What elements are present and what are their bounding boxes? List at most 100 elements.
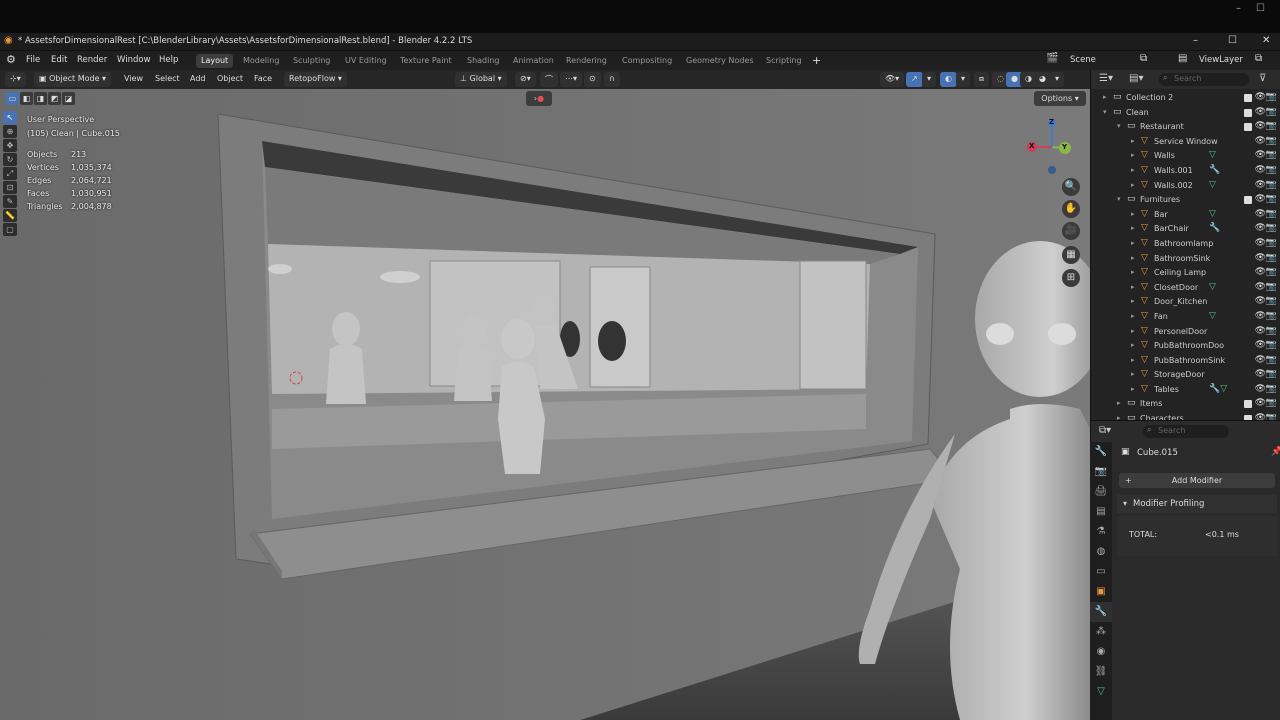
render-camera-icon[interactable]: 📷 bbox=[1266, 398, 1277, 408]
collection-tab-icon[interactable]: ▭ bbox=[1090, 562, 1112, 582]
expand-right-icon[interactable]: ▸ bbox=[1131, 181, 1135, 189]
filter-icon[interactable]: ⊽ bbox=[1259, 73, 1266, 84]
annotate-tool-icon[interactable]: ✎ bbox=[3, 195, 17, 208]
select-extend-icon[interactable]: ◧ bbox=[20, 92, 33, 105]
visibility-eye-icon[interactable]: 👁 bbox=[1255, 340, 1266, 350]
visibility-eye-icon[interactable]: 👁 bbox=[1255, 296, 1266, 306]
visibility-eye-icon[interactable]: 👁 bbox=[1255, 107, 1266, 117]
proportional-edit-icon[interactable]: ⊙ bbox=[584, 72, 601, 87]
snap-icon[interactable]: ⌒ bbox=[540, 72, 558, 87]
add-cube-tool-icon[interactable]: ▢ bbox=[3, 223, 17, 236]
move-tool-icon[interactable]: ✥ bbox=[3, 139, 17, 152]
editor-type-icon[interactable]: ⊹▾ bbox=[5, 72, 26, 87]
render-camera-icon[interactable]: 📷 bbox=[1266, 369, 1277, 379]
expand-down-icon[interactable]: ▾ bbox=[1103, 108, 1107, 116]
outliner-row[interactable]: ▾ ▭ Restaurant 👁 📷 bbox=[1091, 120, 1280, 135]
expand-right-icon[interactable]: ▸ bbox=[1131, 137, 1135, 145]
outliner-row[interactable]: ▸ ▽ Bathroomlamp 👁 📷 bbox=[1091, 237, 1280, 252]
modifier-profiling-header[interactable]: ▾ Modifier Profiling bbox=[1117, 495, 1277, 513]
properties-editor-icon[interactable]: ⧉▾ bbox=[1099, 425, 1111, 436]
gizmo-toggle-icon[interactable]: ↗ bbox=[906, 72, 923, 87]
outliner-editor-icon[interactable]: ☰▾ bbox=[1099, 73, 1113, 84]
render-camera-icon[interactable]: 📷 bbox=[1266, 355, 1277, 365]
menu-view[interactable]: View bbox=[124, 74, 143, 83]
expand-right-icon[interactable]: ▸ bbox=[1131, 239, 1135, 247]
outliner-row[interactable]: ▸ ▽ Bar ▽ 👁 📷 bbox=[1091, 208, 1280, 223]
render-camera-icon[interactable]: 📷 bbox=[1266, 384, 1277, 394]
expand-right-icon[interactable]: ▸ bbox=[1131, 312, 1135, 320]
visibility-eye-icon[interactable]: 👁 bbox=[1255, 253, 1266, 263]
outliner-row[interactable]: ▸ ▽ ClosetDoor ▽ 👁 📷 bbox=[1091, 281, 1280, 296]
visibility-eye-icon[interactable]: 👁 bbox=[1255, 267, 1266, 277]
mode-selector[interactable]: ▣ Object Mode ▾ bbox=[34, 72, 112, 87]
tab-rendering[interactable]: Rendering bbox=[561, 54, 612, 68]
outliner-row[interactable]: ▸ ▽ Fan ▽ 👁 📷 bbox=[1091, 310, 1280, 325]
outliner-row[interactable]: ▸ ▽ Walls.001 🔧 👁 📷 bbox=[1091, 164, 1280, 179]
select-subtract-icon[interactable]: ◨ bbox=[34, 92, 47, 105]
visibility-icon[interactable]: 👁▾ bbox=[880, 72, 905, 87]
visibility-eye-icon[interactable]: 👁 bbox=[1255, 311, 1266, 321]
visibility-eye-icon[interactable]: 👁 bbox=[1255, 369, 1266, 379]
add-workspace-button[interactable]: + bbox=[812, 54, 821, 67]
visibility-eye-icon[interactable]: 👁 bbox=[1255, 326, 1266, 336]
rotate-tool-icon[interactable]: ↻ bbox=[3, 153, 17, 166]
scale-tool-icon[interactable]: ⤢ bbox=[3, 167, 17, 180]
pin-icon[interactable]: 📌 bbox=[1271, 447, 1280, 457]
visibility-eye-icon[interactable]: 👁 bbox=[1255, 92, 1266, 102]
render-camera-icon[interactable]: 📷 bbox=[1266, 296, 1277, 306]
outliner-row[interactable]: ▾ ▭ Clean 👁 📷 bbox=[1091, 106, 1280, 121]
close-button[interactable]: ✕ bbox=[1262, 35, 1270, 46]
render-camera-icon[interactable]: 📷 bbox=[1266, 340, 1277, 350]
world-tab-icon[interactable]: ◍ bbox=[1090, 542, 1112, 562]
outliner-row[interactable]: ▸ ▽ Walls.002 ▽ 👁 📷 bbox=[1091, 179, 1280, 194]
pivot-icon[interactable]: ⊘▾ bbox=[515, 72, 536, 87]
overlays-toggle-icon[interactable]: ◐ bbox=[940, 72, 957, 87]
render-camera-icon[interactable]: 📷 bbox=[1266, 180, 1277, 190]
render-camera-icon[interactable]: 📷 bbox=[1266, 282, 1277, 292]
expand-right-icon[interactable]: ▸ bbox=[1131, 254, 1135, 262]
properties-search[interactable]: ⌕ Search bbox=[1143, 425, 1229, 438]
expand-right-icon[interactable]: ▸ bbox=[1131, 210, 1135, 218]
expand-right-icon[interactable]: ▸ bbox=[1131, 283, 1135, 291]
render-camera-icon[interactable]: 📷 bbox=[1266, 267, 1277, 277]
local-view-icon[interactable]: ⊞ bbox=[1062, 269, 1080, 287]
physics-tab-icon[interactable]: ◉ bbox=[1090, 642, 1112, 662]
outliner-row[interactable]: ▸ ▽ PubBathroomSink 👁 📷 bbox=[1091, 354, 1280, 369]
falloff-icon[interactable]: ∩ bbox=[604, 72, 620, 87]
data-tab-icon[interactable]: ▽ bbox=[1090, 682, 1112, 702]
expand-right-icon[interactable]: ▸ bbox=[1117, 399, 1121, 407]
maximize-button[interactable]: ☐ bbox=[1228, 35, 1237, 46]
render-camera-icon[interactable]: 📷 bbox=[1266, 238, 1277, 248]
exclude-checkbox[interactable] bbox=[1244, 196, 1252, 205]
tab-geometry-nodes[interactable]: Geometry Nodes bbox=[681, 54, 758, 68]
tab-modeling[interactable]: Modeling bbox=[238, 54, 284, 68]
outliner-row[interactable]: ▾ ▭ Furnitures 👁 📷 bbox=[1091, 193, 1280, 208]
snap-target-icon[interactable]: ⋯▾ bbox=[560, 72, 583, 87]
scene-selector[interactable]: Scene bbox=[1070, 55, 1096, 65]
expand-right-icon[interactable]: ▸ bbox=[1131, 385, 1135, 393]
expand-right-icon[interactable]: ▸ bbox=[1103, 93, 1107, 101]
expand-down-icon[interactable]: ▾ bbox=[1117, 195, 1121, 203]
expand-right-icon[interactable]: ▸ bbox=[1131, 356, 1135, 364]
add-modifier-button[interactable]: + Add Modifier bbox=[1119, 473, 1275, 488]
visibility-eye-icon[interactable]: 👁 bbox=[1255, 209, 1266, 219]
visibility-eye-icon[interactable]: 👁 bbox=[1255, 398, 1266, 408]
render-camera-icon[interactable]: 📷 bbox=[1266, 194, 1277, 204]
blender-menu-icon[interactable]: ⚙ bbox=[6, 53, 16, 66]
retopoflow-menu[interactable]: RetopoFlow ▾ bbox=[284, 72, 347, 87]
menu-add[interactable]: Add bbox=[190, 74, 206, 83]
outliner-row[interactable]: ▸ ▽ BathroomSink 👁 📷 bbox=[1091, 252, 1280, 267]
expand-right-icon[interactable]: ▸ bbox=[1131, 151, 1135, 159]
tab-texture-paint[interactable]: Texture Paint bbox=[395, 54, 457, 68]
menu-render[interactable]: Render bbox=[77, 55, 107, 65]
outliner-row[interactable]: ▸ ▽ PersonelDoor 👁 📷 bbox=[1091, 325, 1280, 340]
expand-right-icon[interactable]: ▸ bbox=[1131, 297, 1135, 305]
output-tab-icon[interactable]: 🖨 bbox=[1090, 482, 1112, 502]
transform-tool-icon[interactable]: ⊡ bbox=[3, 181, 17, 194]
outliner-row[interactable]: ▸ ▽ BarChair 🔧 👁 📷 bbox=[1091, 222, 1280, 237]
measure-tool-icon[interactable]: 📏 bbox=[3, 209, 17, 222]
render-camera-icon[interactable]: 📷 bbox=[1266, 311, 1277, 321]
os-maximize-icon[interactable]: ☐ bbox=[1256, 3, 1265, 14]
tab-layout[interactable]: Layout bbox=[196, 54, 234, 68]
exclude-checkbox[interactable] bbox=[1244, 94, 1252, 102]
